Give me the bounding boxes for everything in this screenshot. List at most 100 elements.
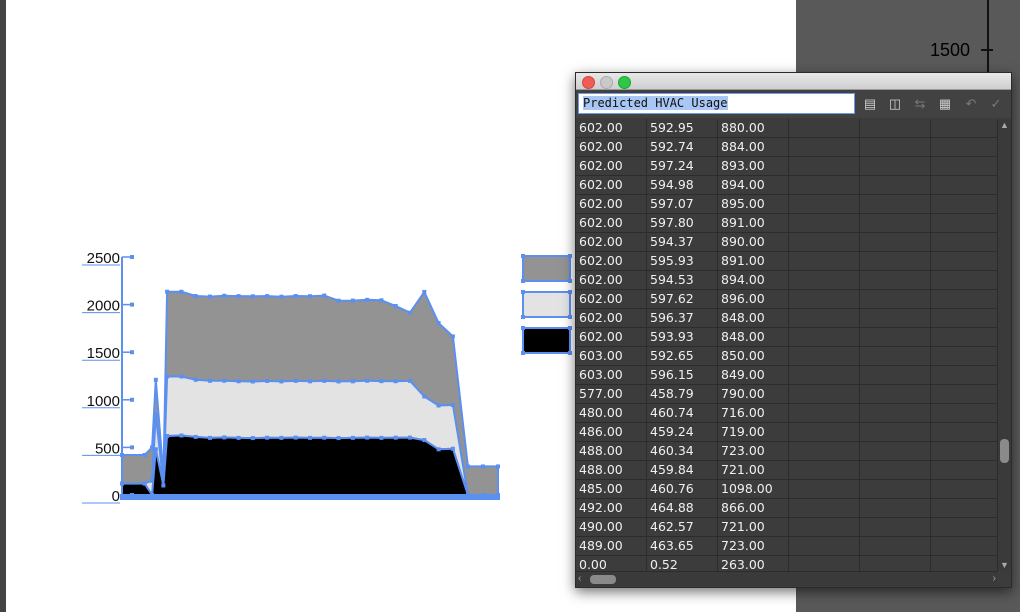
vertical-scrollbar[interactable]: ▲ ▼ [998,119,1011,571]
table-cell[interactable]: 723.00 [718,442,789,460]
table-cell[interactable]: 849.00 [718,366,789,384]
anchor-point[interactable] [568,254,572,258]
table-cell[interactable]: 486.00 [576,423,647,441]
anchor-point[interactable] [193,377,198,382]
table-cell[interactable]: 848.00 [718,309,789,327]
anchor-point[interactable] [322,378,327,383]
table-cell[interactable]: 602.00 [576,214,647,232]
anchor-point[interactable] [379,379,384,384]
table-cell[interactable]: 602.00 [576,252,647,270]
table-cell[interactable]: 459.84 [647,461,718,479]
anchor-point[interactable] [350,379,355,384]
anchor-point[interactable] [336,298,341,303]
table-cell[interactable] [789,366,860,384]
anchor-point[interactable] [465,464,470,469]
anchor-point[interactable] [130,493,134,497]
table-cell[interactable]: 458.79 [647,385,718,403]
x-axis-line[interactable] [120,494,500,500]
table-cell[interactable] [931,214,998,232]
table-cell[interactable] [931,442,998,460]
minimize-window-button[interactable] [600,76,613,89]
anchor-point[interactable] [293,294,298,299]
anchor-point[interactable] [130,255,134,259]
anchor-point[interactable] [408,310,413,315]
scroll-down-icon[interactable]: ▼ [998,559,1011,571]
table-cell[interactable]: 880.00 [718,119,789,137]
revert-icon[interactable]: ↶ [961,95,981,113]
anchor-point[interactable] [336,436,341,441]
table-cell[interactable]: 602.00 [576,233,647,251]
anchor-point[interactable] [165,433,170,438]
table-cell[interactable] [860,271,931,289]
table-cell[interactable]: 490.00 [576,518,647,536]
table-cell[interactable] [789,518,860,536]
anchor-point[interactable] [142,481,147,486]
anchor-point[interactable] [393,304,398,309]
table-cell[interactable] [931,119,998,137]
table-cell[interactable] [860,385,931,403]
table-cell[interactable] [860,499,931,517]
table-cell[interactable] [931,271,998,289]
anchor-point[interactable] [130,445,134,450]
anchor-point[interactable] [422,438,427,443]
anchor-point[interactable] [165,289,170,294]
table-cell[interactable] [931,252,998,270]
table-cell[interactable]: 895.00 [718,195,789,213]
anchor-point[interactable] [322,293,327,298]
anchor-point[interactable] [336,379,341,384]
table-cell[interactable]: 592.95 [647,119,718,137]
anchor-point[interactable] [436,321,441,326]
anchor-point[interactable] [521,290,525,294]
zoom-window-button[interactable] [618,76,631,89]
anchor-point[interactable] [379,298,384,303]
table-cell[interactable]: 603.00 [576,347,647,365]
table-cell[interactable]: 602.00 [576,309,647,327]
horizontal-scrollbar[interactable]: ‹ › [576,571,998,586]
table-cell[interactable] [789,537,860,555]
anchor-point[interactable] [222,435,227,440]
table-cell[interactable]: 596.15 [647,366,718,384]
table-cell[interactable] [789,119,860,137]
table-cell[interactable]: 602.00 [576,119,647,137]
table-cell[interactable] [860,195,931,213]
table-cell[interactable] [931,556,998,571]
table-cell[interactable]: 896.00 [718,290,789,308]
table-cell[interactable]: 602.00 [576,195,647,213]
anchor-point[interactable] [222,293,227,298]
anchor-point[interactable] [568,315,572,319]
import-data-icon[interactable]: ▤ [860,95,880,113]
table-cell[interactable]: 594.37 [647,233,718,251]
table-cell[interactable]: 721.00 [718,461,789,479]
table-cell[interactable]: 488.00 [576,461,647,479]
table-cell[interactable] [860,328,931,346]
table-cell[interactable]: 716.00 [718,404,789,422]
table-cell[interactable] [931,195,998,213]
table-cell[interactable]: 594.98 [647,176,718,194]
legend-swatch-3[interactable] [522,255,571,282]
table-cell[interactable] [931,385,998,403]
anchor-point[interactable] [265,435,270,440]
table-cell[interactable] [931,366,998,384]
graph-data-window[interactable]: Predicted HVAC Usage ▤ ◫ ⇆ ▦ ↶ ✓ 602.00 5… [575,72,1012,588]
table-cell[interactable] [789,195,860,213]
table-cell[interactable] [789,233,860,251]
anchor-point[interactable] [568,279,572,283]
anchor-point[interactable] [279,294,284,299]
table-cell[interactable]: 460.34 [647,442,718,460]
anchor-point[interactable] [193,294,198,299]
table-cell[interactable] [860,347,931,365]
anchor-point[interactable] [142,453,147,458]
table-cell[interactable]: 485.00 [576,480,647,498]
table-cell[interactable] [931,138,998,156]
anchor-point[interactable] [207,435,212,440]
anchor-point[interactable] [250,294,255,299]
anchor-point[interactable] [265,294,270,299]
table-cell[interactable]: 723.00 [718,537,789,555]
table-cell[interactable]: 603.00 [576,366,647,384]
window-titlebar[interactable] [576,73,1011,90]
table-cell[interactable] [931,328,998,346]
anchor-point[interactable] [279,379,284,384]
table-cell[interactable]: 890.00 [718,233,789,251]
anchor-point[interactable] [521,326,525,330]
anchor-point[interactable] [179,374,184,379]
